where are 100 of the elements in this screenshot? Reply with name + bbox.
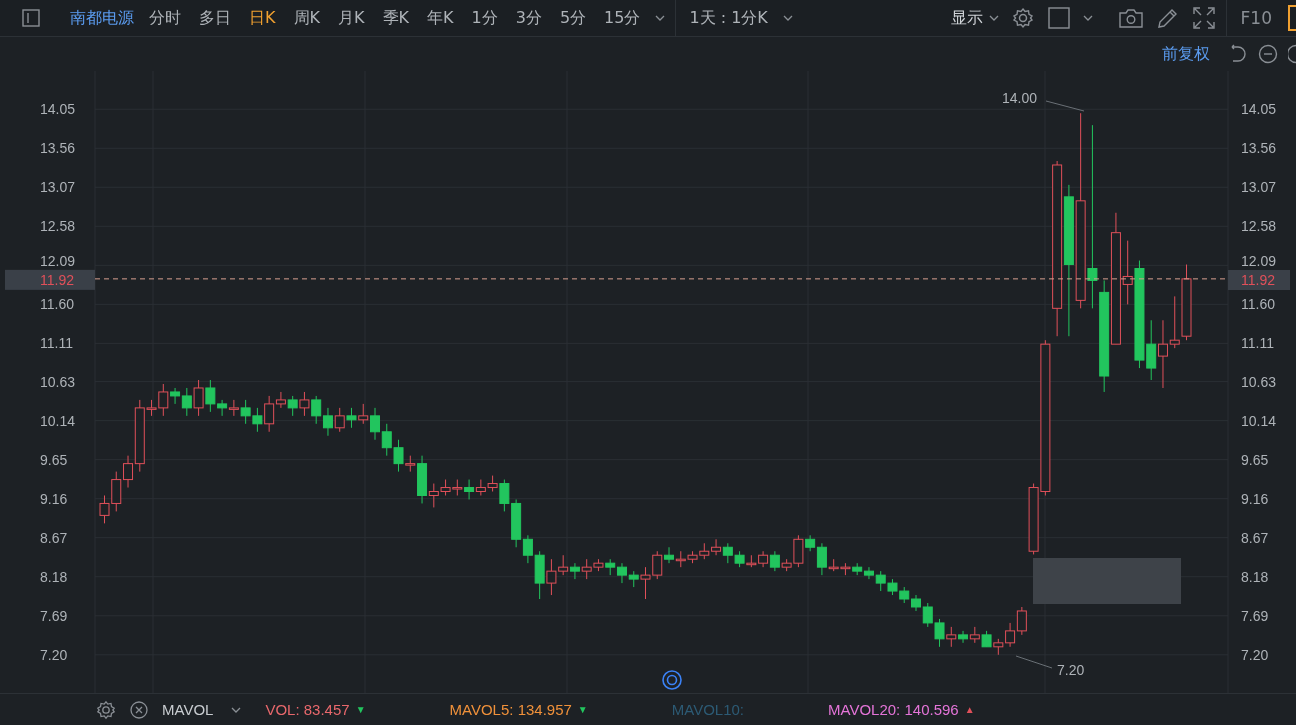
y-axis-label: 9.16 <box>40 490 68 507</box>
period-tab[interactable]: 多日 <box>190 7 240 29</box>
camera-icon[interactable] <box>1118 8 1143 28</box>
period-tab[interactable]: 年K <box>418 7 463 29</box>
display-dropdown[interactable]: 显示 <box>950 7 983 29</box>
indicator-dropdown[interactable]: MAVOL <box>162 701 214 718</box>
fullscreen-icon[interactable] <box>1192 7 1215 29</box>
trend-arrow: ▼ <box>355 704 366 715</box>
caret-icon[interactable] <box>988 15 999 21</box>
leader-line <box>1045 100 1085 112</box>
y-axis-label: 9.65 <box>40 451 68 468</box>
period-tab[interactable]: 1分 <box>462 7 507 29</box>
y-axis-label: 8.18 <box>40 568 68 585</box>
y-axis-label: 7.20 <box>40 646 68 663</box>
candlestick <box>1016 606 1027 636</box>
candlestick <box>311 395 322 425</box>
y-axis-label: 11.60 <box>40 296 74 313</box>
sidebar-toggle-icon[interactable] <box>21 8 41 28</box>
caret-icon[interactable] <box>1082 15 1093 21</box>
period-tab[interactable]: 日K <box>240 7 285 29</box>
candlestick <box>1157 319 1168 389</box>
candlestick <box>958 630 969 644</box>
interval-dropdown[interactable]: 1天 : 1分K <box>680 7 777 29</box>
y-axis-label: 14.05 <box>1241 101 1277 118</box>
period-tab[interactable]: 3分 <box>506 7 551 29</box>
y-axis-label: 10.14 <box>40 412 76 429</box>
current-price-label: 11.92 <box>40 271 74 288</box>
y-axis-label: 7.69 <box>1241 607 1269 624</box>
y-axis-label: 10.63 <box>40 373 76 390</box>
zoom-out-icon[interactable] <box>1258 44 1278 64</box>
y-axis-label: 9.16 <box>1241 490 1269 507</box>
trend-arrow: ▲ <box>964 704 975 715</box>
y-axis-label: 11.11 <box>40 335 73 352</box>
candlestick <box>358 403 369 425</box>
candlestick <box>1087 124 1098 309</box>
y-axis-label: 8.67 <box>40 529 68 546</box>
caret-icon[interactable] <box>655 15 666 21</box>
y-axis-label: 12.09 <box>1241 253 1277 270</box>
candlestick <box>769 550 780 572</box>
leader-line <box>1015 655 1053 669</box>
candlestick <box>664 546 675 564</box>
settings-icon[interactable] <box>1011 7 1034 29</box>
f10-button[interactable]: F10 <box>1230 8 1282 28</box>
stock-name[interactable]: 南都电源 <box>70 7 134 29</box>
close-icon[interactable] <box>130 700 148 719</box>
y-axis-label: 10.63 <box>1241 373 1277 390</box>
y-axis-label: 9.65 <box>1241 451 1269 468</box>
candlestick <box>816 542 827 576</box>
current-price-label: 11.92 <box>1241 272 1275 288</box>
settings-icon[interactable] <box>96 699 116 720</box>
candlestick <box>228 399 239 417</box>
candlestick <box>1005 622 1016 648</box>
candlestick <box>946 626 957 648</box>
period-tab[interactable]: 15分 <box>595 7 650 29</box>
candlestick <box>264 395 275 433</box>
pencil-icon[interactable] <box>1156 7 1179 29</box>
candlestick <box>522 534 533 564</box>
period-tab[interactable]: 周K <box>284 7 329 29</box>
y-axis-label: 7.69 <box>40 607 68 624</box>
y-axis-label: 12.58 <box>1241 218 1277 235</box>
locate-icon[interactable] <box>662 670 682 690</box>
price-tag-background <box>1228 270 1290 290</box>
candlestick <box>181 387 192 417</box>
y-axis-label: 13.07 <box>40 179 76 196</box>
period-tab[interactable]: 5分 <box>550 7 596 29</box>
period-tab[interactable]: 月K <box>329 7 374 29</box>
y-axis-label: 11.60 <box>1241 296 1275 313</box>
candlestick <box>205 379 216 413</box>
candlestick <box>370 407 380 441</box>
adjust-link[interactable]: 前复权 <box>1162 43 1210 65</box>
y-axis-label: 10.14 <box>1241 412 1277 429</box>
period-tab[interactable]: 分时 <box>140 7 190 29</box>
candlestick <box>193 379 204 417</box>
panel-toggle-button[interactable] <box>1288 5 1296 31</box>
high-price-label: 14.00 <box>1002 90 1038 106</box>
candlestick <box>569 562 580 580</box>
y-axis-label: 12.09 <box>40 253 76 270</box>
candlestick <box>299 391 310 417</box>
indicator-value: MAVOL5: 134.957 <box>449 701 572 718</box>
candlestick <box>1169 295 1180 349</box>
y-axis-label: 13.56 <box>40 140 76 157</box>
indicator-value: VOL: 83.457 <box>265 701 350 718</box>
caret-icon[interactable] <box>231 706 242 713</box>
candlestick <box>123 455 134 489</box>
candlestick <box>275 391 286 409</box>
indicator-value: MAVOL20: 140.596 <box>828 701 959 718</box>
square-icon[interactable] <box>1047 7 1070 29</box>
indicator-value: MAVOL10: <box>671 701 745 718</box>
candlestick <box>711 538 722 556</box>
period-tab[interactable]: 季K <box>373 7 418 29</box>
candlestick <box>616 562 627 584</box>
candlestick <box>217 399 228 417</box>
candlestick <box>322 407 333 437</box>
y-axis-label: 13.56 <box>1241 140 1277 157</box>
y-axis-label: 11.11 <box>1241 335 1274 352</box>
y-axis-label: 13.07 <box>1241 179 1277 196</box>
candlestick <box>287 395 298 417</box>
y-axis-label: 7.20 <box>1241 646 1269 663</box>
candlestick <box>346 407 357 429</box>
caret-icon[interactable] <box>782 15 793 21</box>
